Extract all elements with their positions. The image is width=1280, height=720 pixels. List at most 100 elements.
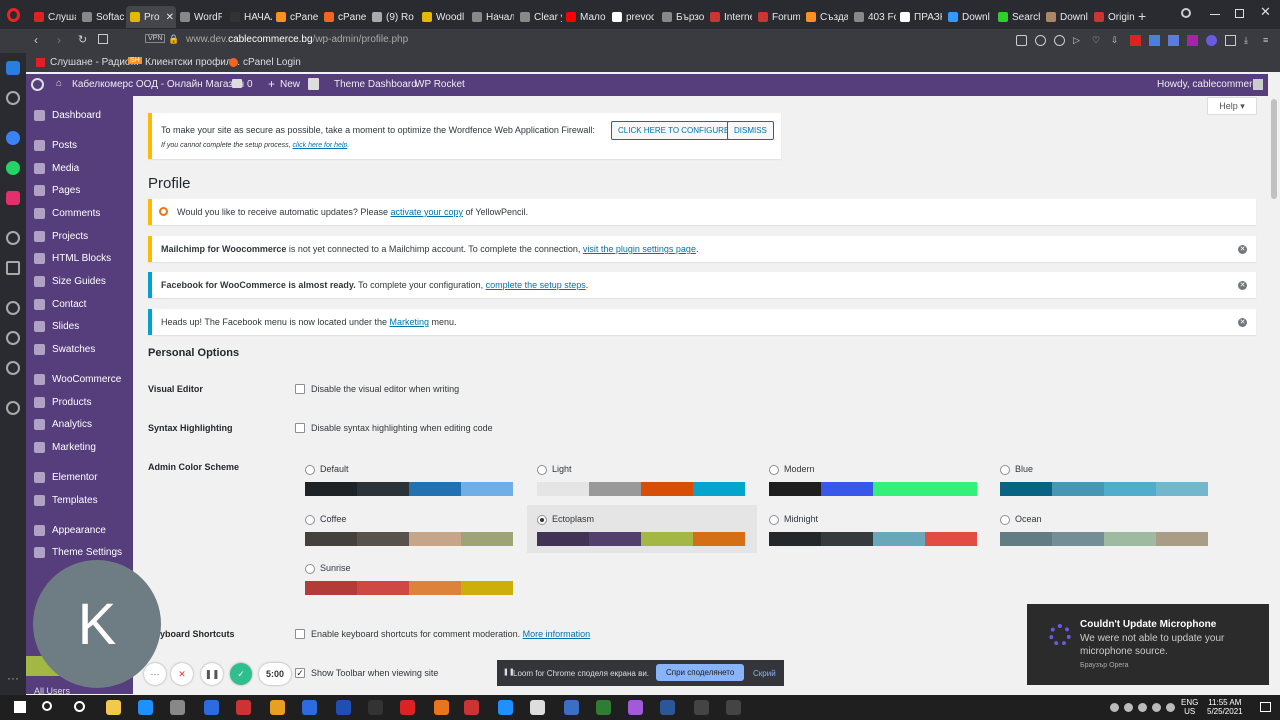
- color-scheme-option[interactable]: Modern: [769, 463, 999, 507]
- notifications-icon[interactable]: [1260, 702, 1271, 712]
- messenger-icon[interactable]: [6, 131, 20, 145]
- howdy-link[interactable]: Howdy, cablecommerce: [1157, 79, 1263, 90]
- scheme-radio[interactable]: [537, 515, 547, 525]
- download-icon[interactable]: ⇩: [1111, 35, 1122, 46]
- history-icon[interactable]: [6, 331, 20, 345]
- browser-tab[interactable]: НАЧАЛ: [226, 6, 272, 28]
- taskbar-app-icon[interactable]: [434, 700, 449, 715]
- adblock-icon[interactable]: [1054, 35, 1065, 46]
- menu-icon[interactable]: ≡: [1263, 35, 1274, 46]
- tips-icon[interactable]: [6, 401, 20, 415]
- close-window-button[interactable]: ✕: [1260, 4, 1271, 20]
- taskbar-app-icon[interactable]: [204, 700, 219, 715]
- wifi-icon[interactable]: [1152, 703, 1161, 712]
- color-scheme-option[interactable]: Light: [537, 463, 767, 507]
- menu-item-size-guides[interactable]: Size Guides: [26, 271, 133, 291]
- menu-item-templates[interactable]: Templates: [26, 490, 133, 510]
- scheme-radio[interactable]: [305, 515, 315, 525]
- windows-start-icon[interactable]: [14, 701, 26, 713]
- browser-tab[interactable]: Начал: [468, 6, 514, 28]
- scheme-radio[interactable]: [769, 515, 779, 525]
- menu-item-appearance[interactable]: Appearance: [26, 520, 133, 540]
- new-content-link[interactable]: New: [280, 79, 300, 90]
- taskbar-app-icon[interactable]: [368, 700, 383, 715]
- color-scheme-option[interactable]: Sunrise: [305, 562, 535, 606]
- browser-tab[interactable]: Woodl: [418, 6, 464, 28]
- dismiss-notice-icon[interactable]: ✕: [1238, 245, 1247, 254]
- browser-tab[interactable]: Search: [994, 6, 1040, 28]
- taskbar-app-icon[interactable]: [694, 700, 709, 715]
- search-icon[interactable]: [42, 701, 52, 711]
- taskbar-app-icon[interactable]: [726, 700, 741, 715]
- menu-item-products[interactable]: Products: [26, 392, 133, 412]
- loom-finish-button[interactable]: ✓: [230, 663, 252, 685]
- scrollbar-thumb[interactable]: [1271, 99, 1277, 199]
- task-view-icon[interactable]: [74, 701, 85, 712]
- tray-icon[interactable]: [1110, 703, 1119, 712]
- color-scheme-option[interactable]: Blue: [1000, 463, 1230, 507]
- puzzle-extension-icon[interactable]: [1168, 35, 1179, 46]
- bookmark-item[interactable]: Слушане - Радио...: [50, 57, 139, 68]
- menu-item-contact[interactable]: Contact: [26, 294, 133, 314]
- browser-tab[interactable]: WordP: [176, 6, 222, 28]
- browser-tab[interactable]: Downl: [944, 6, 990, 28]
- vpn-badge[interactable]: VPN: [145, 34, 166, 43]
- menu-item-theme-settings[interactable]: Theme Settings: [26, 542, 133, 562]
- scheme-radio[interactable]: [1000, 515, 1010, 525]
- taskbar-app-icon[interactable]: [236, 700, 251, 715]
- menu-item-swatches[interactable]: Swatches: [26, 339, 133, 359]
- maximize-button[interactable]: [1235, 9, 1244, 18]
- scheme-radio[interactable]: [769, 465, 779, 475]
- loom-extension-icon[interactable]: [1206, 35, 1217, 46]
- menu-item-dashboard[interactable]: Dashboard: [26, 105, 133, 125]
- star-icon[interactable]: [6, 91, 20, 105]
- tray-icon[interactable]: [1138, 703, 1147, 712]
- menu-item-woocommerce[interactable]: WooCommerce: [26, 369, 133, 389]
- browser-tab[interactable]: Softac: [78, 6, 124, 28]
- url-field[interactable]: www.dev.cablecommerce.bg/wp-admin/profil…: [186, 34, 408, 45]
- bookmark-item[interactable]: cPanel Login: [243, 57, 301, 68]
- show-toolbar-checkbox[interactable]: ✓: [295, 668, 305, 678]
- notification-toast[interactable]: Couldn't Update Microphone We were not a…: [1027, 604, 1269, 685]
- yoast-icon[interactable]: [308, 78, 319, 90]
- opera-logo-icon[interactable]: [7, 8, 20, 22]
- browser-tab[interactable]: Forum: [754, 6, 800, 28]
- comments-count[interactable]: 0: [247, 79, 253, 90]
- browser-tab[interactable]: cPanel: [320, 6, 366, 28]
- taskbar-app-icon[interactable]: [106, 700, 121, 715]
- page-scrollbar[interactable]: [1268, 74, 1280, 695]
- taskbar-app-icon[interactable]: [660, 700, 675, 715]
- menu-item-analytics[interactable]: Analytics: [26, 414, 133, 434]
- dismiss-notice-icon[interactable]: ✕: [1238, 281, 1247, 290]
- wp-rocket-link[interactable]: WP Rocket: [415, 79, 465, 90]
- color-scheme-option[interactable]: Midnight: [769, 513, 999, 557]
- browser-tab[interactable]: prevod: [608, 6, 654, 28]
- scheme-radio[interactable]: [537, 465, 547, 475]
- menu-item-projects[interactable]: Projects: [26, 226, 133, 246]
- taskbar-app-icon[interactable]: [464, 700, 479, 715]
- help-link[interactable]: click here for help: [293, 142, 348, 149]
- menu-item-marketing[interactable]: Marketing: [26, 437, 133, 457]
- taskbar-app-icon[interactable]: [400, 700, 415, 715]
- taskbar-app-icon[interactable]: [498, 700, 513, 715]
- loom-cancel-button[interactable]: ✕: [171, 663, 193, 685]
- syntax-highlighting-checkbox[interactable]: [295, 423, 305, 433]
- downloads-icon[interactable]: ⤓: [1244, 35, 1255, 46]
- home-icon[interactable]: [6, 61, 20, 75]
- dismiss-firewall-button[interactable]: DISMISS: [727, 121, 774, 140]
- new-tab-button[interactable]: +: [1138, 8, 1146, 24]
- shield-icon[interactable]: [1035, 35, 1046, 46]
- taskbar-app-icon[interactable]: [530, 700, 545, 715]
- avatar[interactable]: [1253, 79, 1263, 90]
- browser-tab[interactable]: Бързо: [658, 6, 704, 28]
- loom-camera-bubble[interactable]: K: [33, 560, 161, 688]
- heart-icon[interactable]: [6, 301, 20, 315]
- configure-firewall-button[interactable]: CLICK HERE TO CONFIGURE: [611, 121, 737, 140]
- taskbar-app-icon[interactable]: [628, 700, 643, 715]
- scheme-radio[interactable]: [1000, 465, 1010, 475]
- browser-tab[interactable]: Downl: [1042, 6, 1088, 28]
- taskbar-app-icon[interactable]: [270, 700, 285, 715]
- scheme-radio[interactable]: [305, 465, 315, 475]
- stop-sharing-button[interactable]: Спри споделянето: [656, 664, 745, 681]
- browser-tab[interactable]: cPanel: [272, 6, 318, 28]
